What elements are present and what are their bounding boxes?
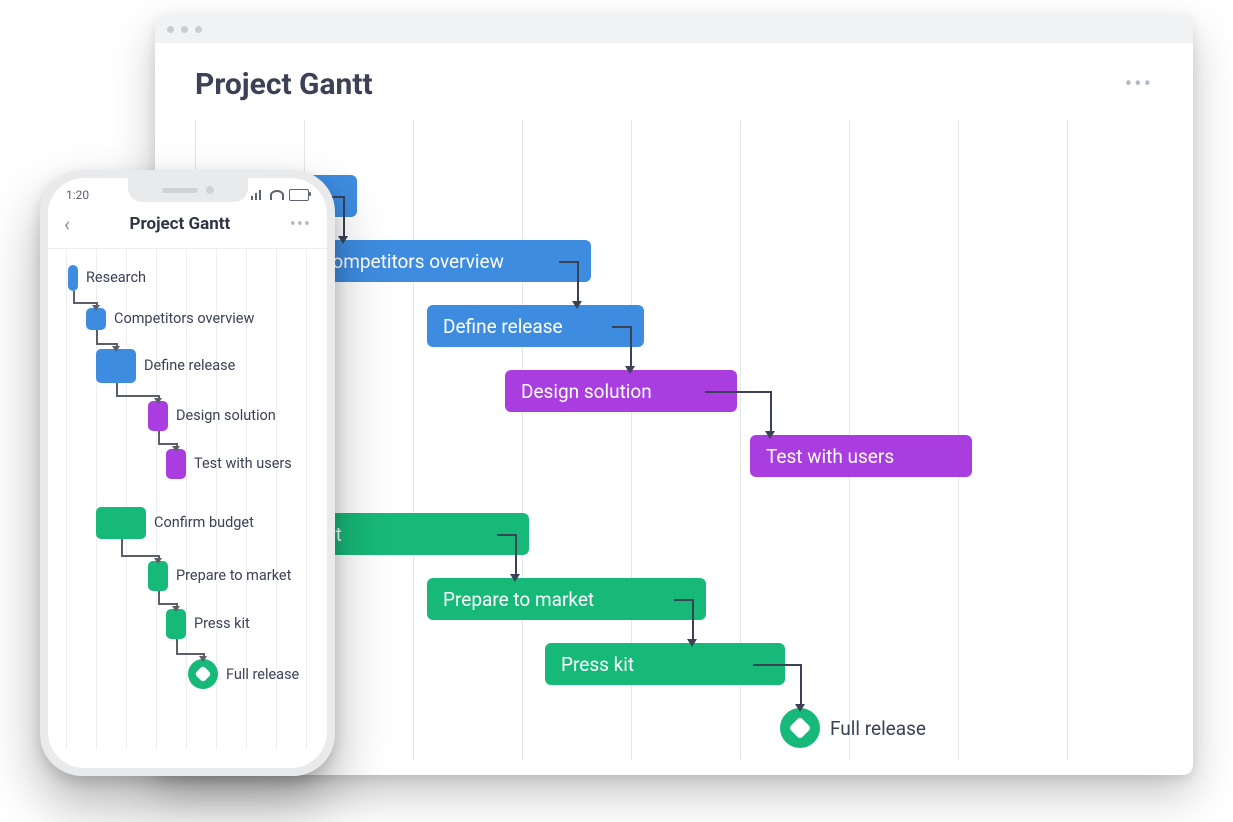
desktop-header: Project Gantt •••	[155, 43, 1193, 120]
phone-frame: 1:20 ‹ Project Gantt ••• Research Competi…	[40, 170, 335, 776]
task-label: Research	[86, 269, 146, 286]
phone-more-button[interactable]: •••	[290, 214, 311, 235]
task-label: Test with users	[194, 455, 292, 472]
gantt-bar-design-solution[interactable]: Design solution	[505, 370, 737, 412]
phone-header: ‹ Project Gantt •••	[48, 202, 327, 249]
phone-page-title: Project Gantt	[130, 214, 231, 234]
window-control-close[interactable]	[167, 26, 174, 33]
more-menu-button[interactable]: •••	[1125, 72, 1153, 97]
phone-screen: 1:20 ‹ Project Gantt ••• Research Competi…	[48, 178, 327, 768]
window-titlebar	[155, 15, 1193, 43]
milestone-label: Full release	[830, 717, 926, 740]
phone-gantt-chart[interactable]: Research Competitors overview Define relea…	[48, 249, 327, 749]
window-control-max[interactable]	[195, 26, 202, 33]
grid-column	[1067, 120, 1068, 760]
grid-column	[522, 120, 523, 760]
task-label: Define release	[144, 357, 235, 374]
window-control-min[interactable]	[181, 26, 188, 33]
page-title: Project Gantt	[195, 67, 373, 102]
task-label: Press kit	[194, 615, 250, 632]
gantt-bar-prepare-market[interactable]	[148, 561, 168, 591]
task-label: Competitors overview	[114, 310, 254, 327]
gantt-bar-design-solution[interactable]	[148, 401, 168, 431]
grid-column	[413, 120, 414, 760]
gantt-bar-competitors[interactable]: Competitors overview	[304, 240, 591, 282]
back-button[interactable]: ‹	[64, 212, 70, 236]
wifi-icon	[270, 190, 284, 200]
gantt-bar-define-release[interactable]	[96, 349, 136, 383]
gantt-bar-confirm-budget[interactable]	[96, 507, 146, 539]
task-label: Full release	[226, 666, 299, 683]
battery-icon	[289, 189, 309, 201]
gantt-bar-test-users[interactable]	[166, 449, 186, 479]
grid-column	[306, 249, 307, 749]
signal-icon	[251, 190, 265, 200]
gantt-bar-press-kit[interactable]: Press kit	[545, 643, 785, 685]
gantt-bar-test-users[interactable]: Test with users	[750, 435, 972, 477]
gantt-chart[interactable]: ResearchCompetitors overviewDefine relea…	[195, 120, 1153, 760]
phone-notch	[128, 178, 248, 202]
task-label: Confirm budget	[154, 514, 254, 531]
task-label: Design solution	[176, 407, 276, 424]
grid-column	[66, 249, 67, 749]
milestone-full-release[interactable]	[780, 708, 820, 748]
task-label: Prepare to market	[176, 567, 291, 584]
gantt-bar-competitors[interactable]	[86, 308, 106, 330]
status-time: 1:20	[66, 188, 89, 202]
milestone-full-release[interactable]	[188, 659, 218, 689]
gantt-bar-research[interactable]	[68, 265, 78, 291]
gantt-bar-prepare-market[interactable]: Prepare to market	[427, 578, 706, 620]
gantt-bar-press-kit[interactable]	[166, 609, 186, 639]
